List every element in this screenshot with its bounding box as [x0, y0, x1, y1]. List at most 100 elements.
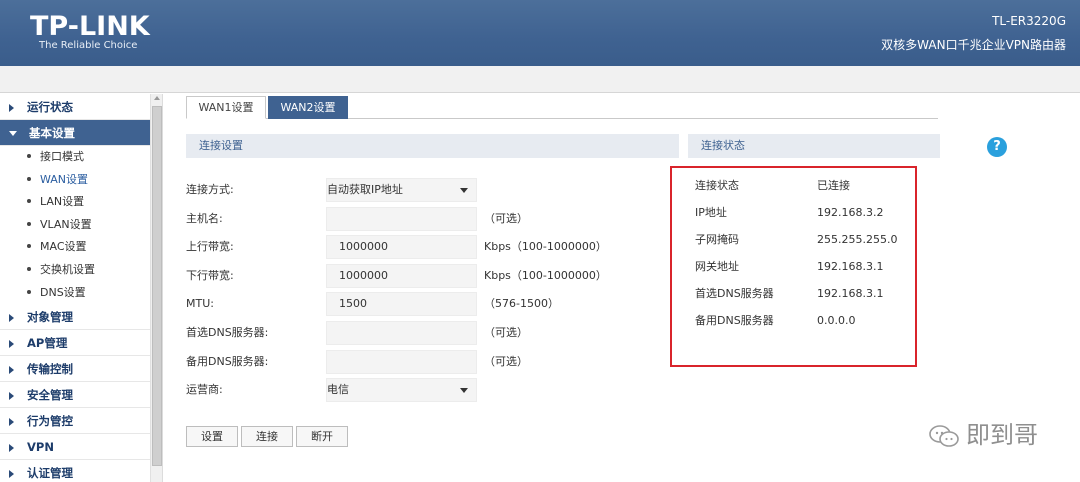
save-button[interactable]: 设置	[186, 426, 238, 447]
scrollbar-thumb[interactable]	[152, 106, 162, 466]
sidebar-item-security-management[interactable]: 安全管理	[0, 382, 150, 409]
bullet-icon	[27, 154, 31, 158]
form-row-mtu: MTU: 1500 （576-1500）	[186, 292, 686, 316]
sidebar-item-label: 对象管理	[27, 310, 73, 325]
field-hint: （可选）	[484, 355, 528, 368]
help-icon[interactable]: ?	[987, 137, 1007, 157]
field-label: MTU:	[186, 297, 214, 310]
form-row-connection-type: 连接方式: 自动获取IP地址	[186, 178, 686, 202]
sidebar-item-basic-settings[interactable]: 基本设置	[0, 120, 150, 146]
app-header: TP-LINK The Reliable Choice TL-ER3220G 双…	[0, 0, 1080, 66]
sidebar-nav: 运行状态 基本设置 接口模式 WAN设置 LAN设置 VLAN设置 MAC设置 …	[0, 94, 163, 482]
chevron-down-icon	[9, 131, 17, 136]
status-row-subnet-mask: 子网掩码 255.255.255.0	[695, 230, 935, 250]
sidebar-item-behavior-control[interactable]: 行为管控	[0, 408, 150, 435]
device-model: TL-ER3220G	[992, 14, 1066, 28]
field-hint: （576-1500）	[484, 297, 559, 310]
chevron-right-icon	[9, 314, 14, 323]
form-row-isp: 运营商: 电信	[186, 378, 686, 402]
sidebar-item-lan-settings[interactable]: LAN设置	[0, 191, 150, 214]
status-key: 连接状态	[695, 179, 739, 192]
field-label: 上行带宽:	[186, 240, 234, 253]
chevron-right-icon	[9, 392, 14, 401]
chat-bubbles-icon	[929, 425, 959, 447]
sidebar-item-interface-mode[interactable]: 接口模式	[0, 146, 150, 169]
device-description: 双核多WAN口千兆企业VPN路由器	[881, 38, 1066, 52]
bullet-icon	[27, 199, 31, 204]
disconnect-button[interactable]: 断开	[296, 426, 348, 447]
status-key: 首选DNS服务器	[695, 287, 774, 300]
chevron-right-icon	[9, 104, 14, 112]
status-value: 192.168.3.1	[817, 260, 884, 273]
status-row-secondary-dns: 备用DNS服务器 0.0.0.0	[695, 311, 935, 331]
brand-logo: TP-LINK	[30, 11, 150, 42]
tab-wan2[interactable]: WAN2设置	[268, 96, 348, 119]
downstream-bandwidth-input[interactable]: 1000000	[326, 264, 477, 288]
sidebar-item-label: 接口模式	[40, 150, 84, 163]
form-row-hostname: 主机名: （可选）	[186, 207, 686, 231]
sidebar-item-vpn[interactable]: VPN	[0, 434, 150, 461]
sidebar-item-dns-settings[interactable]: DNS设置	[0, 282, 150, 305]
status-key: 子网掩码	[695, 233, 739, 246]
secondary-dns-input[interactable]	[326, 350, 477, 374]
field-hint: Kbps（100-1000000）	[484, 240, 607, 253]
connection-settings-header: 连接设置	[186, 134, 679, 158]
form-row-downstream-bandwidth: 下行带宽: 1000000 Kbps（100-1000000）	[186, 264, 686, 288]
form-row-secondary-dns: 备用DNS服务器: （可选）	[186, 350, 686, 374]
status-key: 备用DNS服务器	[695, 314, 774, 327]
sidebar-item-mac-settings[interactable]: MAC设置	[0, 236, 150, 259]
connection-type-select[interactable]: 自动获取IP地址	[326, 178, 477, 202]
status-value: 255.255.255.0	[817, 233, 898, 246]
connect-button[interactable]: 连接	[241, 426, 293, 447]
hostname-input[interactable]	[326, 207, 477, 231]
sidebar-item-label: AP管理	[27, 336, 68, 351]
sidebar-item-label: 运行状态	[27, 100, 73, 114]
sidebar-item-ap-management[interactable]: AP管理	[0, 330, 150, 357]
sidebar-item-label: VLAN设置	[40, 217, 92, 231]
tab-wan1[interactable]: WAN1设置	[186, 96, 266, 119]
field-label: 备用DNS服务器:	[186, 355, 269, 368]
primary-dns-input[interactable]	[326, 321, 477, 345]
form-row-primary-dns: 首选DNS服务器: （可选）	[186, 321, 686, 345]
sidebar-item-label: 安全管理	[27, 388, 73, 403]
sidebar-item-switch-settings[interactable]: 交换机设置	[0, 259, 150, 282]
sidebar-item-label: MAC设置	[40, 240, 87, 254]
sidebar-item-run-status[interactable]: 运行状态	[0, 94, 150, 120]
form-row-upstream-bandwidth: 上行带宽: 1000000 Kbps（100-1000000）	[186, 235, 686, 259]
sidebar-item-label: VPN	[27, 440, 54, 455]
chevron-right-icon	[9, 366, 14, 375]
status-value: 192.168.3.1	[817, 287, 884, 300]
sidebar-item-auth-management[interactable]: 认证管理	[0, 460, 150, 482]
status-value: 0.0.0.0	[817, 314, 856, 327]
scroll-up-icon[interactable]	[154, 96, 160, 100]
sidebar-item-label: WAN设置	[40, 172, 89, 186]
bullet-icon	[27, 289, 31, 294]
status-row-primary-dns: 首选DNS服务器 192.168.3.1	[695, 284, 935, 304]
caret-down-icon	[460, 388, 468, 393]
sidebar-item-label: LAN设置	[40, 195, 85, 209]
brand-tagline: The Reliable Choice	[39, 40, 138, 51]
bullet-icon	[27, 244, 31, 249]
sidebar-item-label: 认证管理	[27, 466, 73, 481]
sidebar-item-wan-settings[interactable]: WAN设置	[0, 169, 150, 192]
status-row-gateway: 网关地址 192.168.3.1	[695, 257, 935, 277]
upstream-bandwidth-input[interactable]: 1000000	[326, 235, 477, 259]
sidebar-menu: 运行状态 基本设置 接口模式 WAN设置 LAN设置 VLAN设置 MAC设置 …	[0, 94, 150, 482]
chevron-right-icon	[9, 444, 14, 453]
bullet-icon	[27, 176, 31, 181]
sidebar-scrollbar[interactable]	[150, 94, 162, 482]
status-row-ip: IP地址 192.168.3.2	[695, 203, 935, 223]
sidebar-item-label: 传输控制	[27, 362, 73, 377]
sidebar-item-transfer-control[interactable]: 传输控制	[0, 356, 150, 383]
status-row-connection: 连接状态 已连接	[695, 176, 935, 196]
field-label: 下行带宽:	[186, 269, 234, 282]
status-key: IP地址	[695, 206, 727, 219]
sidebar-item-label: DNS设置	[40, 285, 86, 299]
status-key: 网关地址	[695, 260, 739, 273]
sidebar-item-object-management[interactable]: 对象管理	[0, 304, 150, 331]
mtu-input[interactable]: 1500	[326, 292, 477, 316]
sidebar-item-vlan-settings[interactable]: VLAN设置	[0, 214, 150, 237]
select-value: 电信	[327, 383, 349, 396]
field-hint: （可选）	[484, 212, 528, 225]
isp-select[interactable]: 电信	[326, 378, 477, 402]
